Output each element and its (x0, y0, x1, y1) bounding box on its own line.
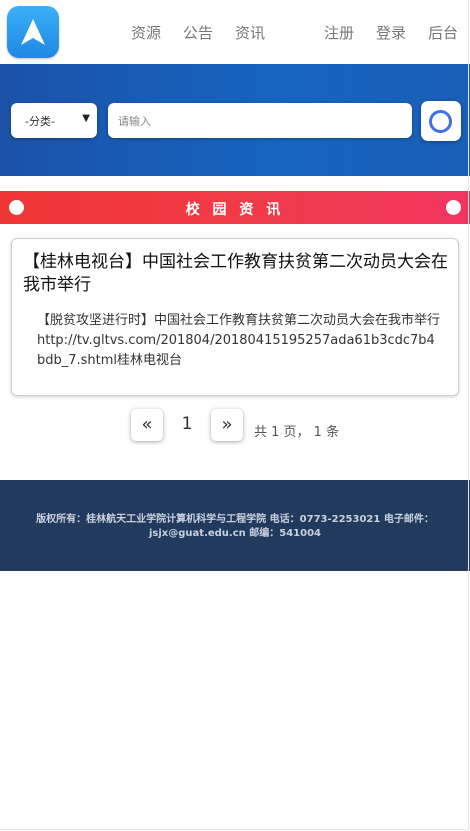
nav-link-register[interactable]: 注册 (324, 22, 354, 43)
search-placeholder: 请输入 (118, 115, 151, 128)
category-select[interactable]: -分类- ▼ (11, 103, 97, 138)
navigation-arrow-icon (21, 19, 45, 45)
news-summary: 【脱贫攻坚进行时】中国社会工作教育扶贫第二次动员大会在我市举行http://tv… (37, 313, 441, 368)
section-dot-right-icon (446, 200, 461, 215)
nav-link-login[interactable]: 登录 (376, 22, 406, 43)
footer-copyright: 版权所有：桂林航天工业学院计算机科学与工程学院 电话：0773-2253021 … (36, 514, 434, 539)
nav-link-resources[interactable]: 资源 (131, 22, 161, 43)
header: 资源 公告 资讯 注册 登录 后台 (0, 0, 470, 64)
section-header: 校 园 资 讯 (0, 191, 470, 224)
search-input[interactable]: 请输入 (108, 103, 412, 138)
nav-link-admin[interactable]: 后台 (428, 22, 458, 43)
next-page-button[interactable]: » (211, 409, 243, 441)
news-card[interactable]: 【桂林电视台】中国社会工作教育扶贫第二次动员大会在我市举行 【脱贫攻坚进行时】中… (11, 238, 459, 396)
pagination-total: 共 1 页， 1 条 (254, 425, 340, 440)
nav-link-announcements[interactable]: 公告 (183, 22, 213, 43)
prev-page-button[interactable]: « (131, 409, 163, 441)
category-select-value: -分类- (25, 115, 55, 128)
app-logo[interactable] (7, 6, 59, 58)
section-title: 校 园 资 讯 (185, 202, 285, 218)
search-button[interactable] (421, 101, 461, 141)
news-title[interactable]: 【桂林电视台】中国社会工作教育扶贫第二次动员大会在我市举行 (23, 251, 453, 297)
search-icon (429, 110, 452, 133)
footer: 版权所有：桂林航天工业学院计算机科学与工程学院 电话：0773-2253021 … (0, 480, 470, 571)
nav-link-news[interactable]: 资讯 (235, 22, 265, 43)
dropdown-arrow-icon: ▼ (82, 113, 90, 124)
current-page[interactable]: 1 (177, 414, 197, 434)
